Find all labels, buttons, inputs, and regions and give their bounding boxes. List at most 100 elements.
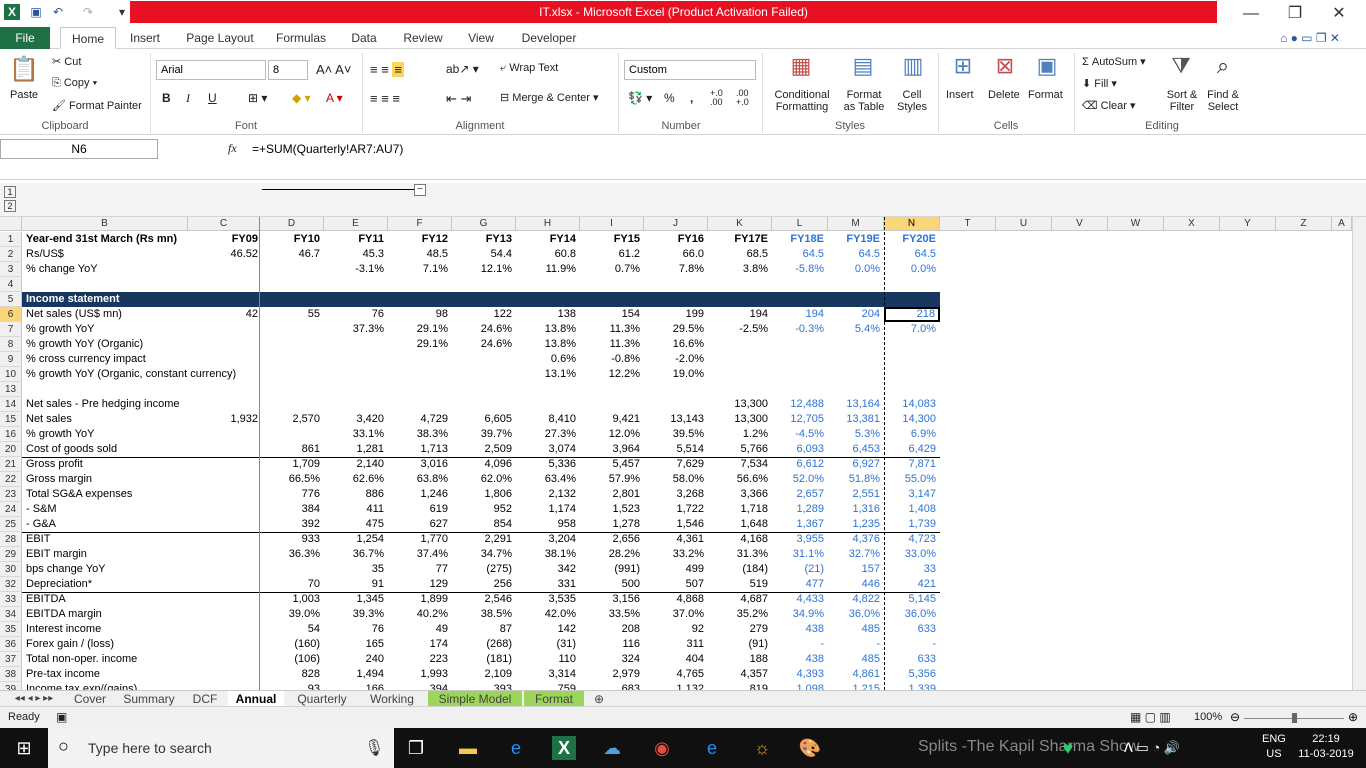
column-header[interactable]: D (260, 217, 324, 231)
format-painter-button[interactable]: 🖌 Format Painter (52, 99, 142, 112)
row-label[interactable]: EBITDA margin (26, 607, 102, 622)
data-cell[interactable]: 60.8 (516, 247, 576, 262)
row-label[interactable]: bps change YoY (26, 562, 106, 577)
data-cell[interactable]: 13.1% (516, 367, 576, 382)
data-cell[interactable]: (31) (516, 637, 576, 652)
data-cell[interactable]: - (828, 637, 880, 652)
data-cell[interactable]: 1,289 (772, 502, 824, 517)
data-cell[interactable]: 3,964 (580, 442, 640, 457)
data-cell[interactable]: 0.6% (516, 352, 576, 367)
data-cell[interactable]: 421 (884, 577, 936, 592)
column-header[interactable]: Z (1276, 217, 1332, 231)
row-header[interactable]: 16 (0, 427, 22, 442)
row-header[interactable]: 32 (0, 577, 22, 592)
column-header[interactable]: H (516, 217, 580, 231)
row-label[interactable]: Income tax exp/(gains) (26, 682, 137, 690)
row-header[interactable]: 25 (0, 517, 22, 532)
data-cell[interactable]: 38.3% (388, 427, 448, 442)
data-cell[interactable]: 1,523 (580, 502, 640, 517)
data-cell[interactable]: 33.5% (580, 607, 640, 622)
data-cell[interactable]: 91 (324, 577, 384, 592)
data-cell[interactable]: 7,871 (884, 457, 936, 472)
tab-view[interactable]: View (460, 27, 502, 49)
data-cell[interactable]: 1,494 (324, 667, 384, 682)
data-cell[interactable]: 154 (580, 307, 640, 322)
data-cell[interactable]: 76 (324, 622, 384, 637)
data-cell[interactable]: 411 (324, 502, 384, 517)
zoom-in-icon[interactable]: ⊕ (1348, 711, 1358, 723)
data-cell[interactable]: 3,156 (580, 592, 640, 607)
data-cell[interactable]: 477 (772, 577, 824, 592)
row-label[interactable]: Net sales (26, 412, 72, 427)
data-cell[interactable]: 33.2% (644, 547, 704, 562)
row-header[interactable]: 30 (0, 562, 22, 577)
data-cell[interactable]: 11.3% (580, 337, 640, 352)
data-cell[interactable]: 3,204 (516, 532, 576, 547)
data-cell[interactable]: 4,361 (644, 532, 704, 547)
row-label[interactable]: % cross currency impact (26, 352, 146, 367)
data-cell[interactable]: 8,410 (516, 412, 576, 427)
row-header[interactable]: 14 (0, 397, 22, 412)
data-cell[interactable]: 24.6% (452, 337, 512, 352)
paint-icon[interactable]: 🎨 (798, 736, 822, 760)
row-header[interactable]: 3 (0, 262, 22, 277)
data-cell[interactable]: 240 (324, 652, 384, 667)
column-header[interactable]: B (22, 217, 188, 231)
undo-icon[interactable]: ↶ (50, 4, 66, 20)
data-cell[interactable]: 2,109 (452, 667, 512, 682)
redo-icon[interactable]: ↷ (80, 4, 96, 20)
data-cell[interactable]: 55.0% (884, 472, 936, 487)
data-cell[interactable]: 1,132 (644, 682, 704, 690)
data-cell[interactable]: -4.5% (772, 427, 824, 442)
data-cell[interactable]: 42.0% (516, 607, 576, 622)
row-header[interactable]: 5 (0, 292, 22, 307)
percent-button[interactable]: % (664, 91, 675, 105)
data-cell[interactable]: 40.2% (388, 607, 448, 622)
data-cell[interactable]: -2.5% (708, 322, 768, 337)
select-all-corner[interactable] (0, 217, 22, 231)
data-cell[interactable]: 6,093 (772, 442, 824, 457)
sheet-nav-arrows[interactable]: ◂◂ ◂ ▸ ▸▸ (4, 691, 64, 707)
data-cell[interactable]: FY17E (708, 232, 768, 247)
data-cell[interactable]: 68.5 (708, 247, 768, 262)
data-cell[interactable]: FY13 (452, 232, 512, 247)
row-header[interactable]: 28 (0, 532, 22, 547)
paste-button[interactable]: Paste (10, 89, 38, 101)
cell-styles-button[interactable]: Cell Styles (892, 89, 932, 113)
font-name-select[interactable]: Arial (156, 60, 266, 80)
row-label[interactable]: Net sales (US$ mn) (26, 307, 122, 322)
data-cell[interactable]: (91) (708, 637, 768, 652)
column-header[interactable]: U (996, 217, 1052, 231)
data-cell[interactable]: 4,433 (772, 592, 824, 607)
data-cell[interactable]: 2,656 (580, 532, 640, 547)
data-cell[interactable]: 819 (708, 682, 768, 690)
data-cell[interactable]: 12.0% (580, 427, 640, 442)
data-cell[interactable]: 36.0% (828, 607, 880, 622)
row-header[interactable]: 34 (0, 607, 22, 622)
find-select-button[interactable]: Find & Select (1202, 89, 1244, 113)
data-cell[interactable]: 5,356 (884, 667, 936, 682)
data-cell[interactable]: 1,739 (884, 517, 936, 532)
data-cell[interactable]: 62.6% (324, 472, 384, 487)
data-cell[interactable]: 77 (388, 562, 448, 577)
taskbar-search-box[interactable]: ○ Type here to search 🎙 (48, 728, 394, 768)
font-color-icon[interactable]: A ▾ (326, 91, 343, 105)
data-cell[interactable]: 39.3% (324, 607, 384, 622)
data-cell[interactable]: 6.9% (884, 427, 936, 442)
data-cell[interactable]: 2,657 (772, 487, 824, 502)
zoom-level[interactable]: 100% (1194, 711, 1222, 723)
insert-sheet-icon[interactable]: ⊕ (590, 691, 608, 707)
tab-page-layout[interactable]: Page Layout (180, 27, 260, 49)
data-cell[interactable]: (268) (452, 637, 512, 652)
data-cell[interactable]: 7.0% (884, 322, 936, 337)
sheet-tab-dcf[interactable]: DCF (186, 691, 224, 707)
data-cell[interactable]: FY15 (580, 232, 640, 247)
data-cell[interactable]: 1,993 (388, 667, 448, 682)
data-cell[interactable]: 142 (516, 622, 576, 637)
data-cell[interactable]: 5,336 (516, 457, 576, 472)
data-cell[interactable]: 64.5 (772, 247, 824, 262)
data-cell[interactable]: 683 (580, 682, 640, 690)
data-cell[interactable]: 49 (388, 622, 448, 637)
row-label[interactable]: Depreciation* (26, 577, 92, 592)
accounting-format-icon[interactable]: 💱 ▾ (628, 91, 652, 105)
